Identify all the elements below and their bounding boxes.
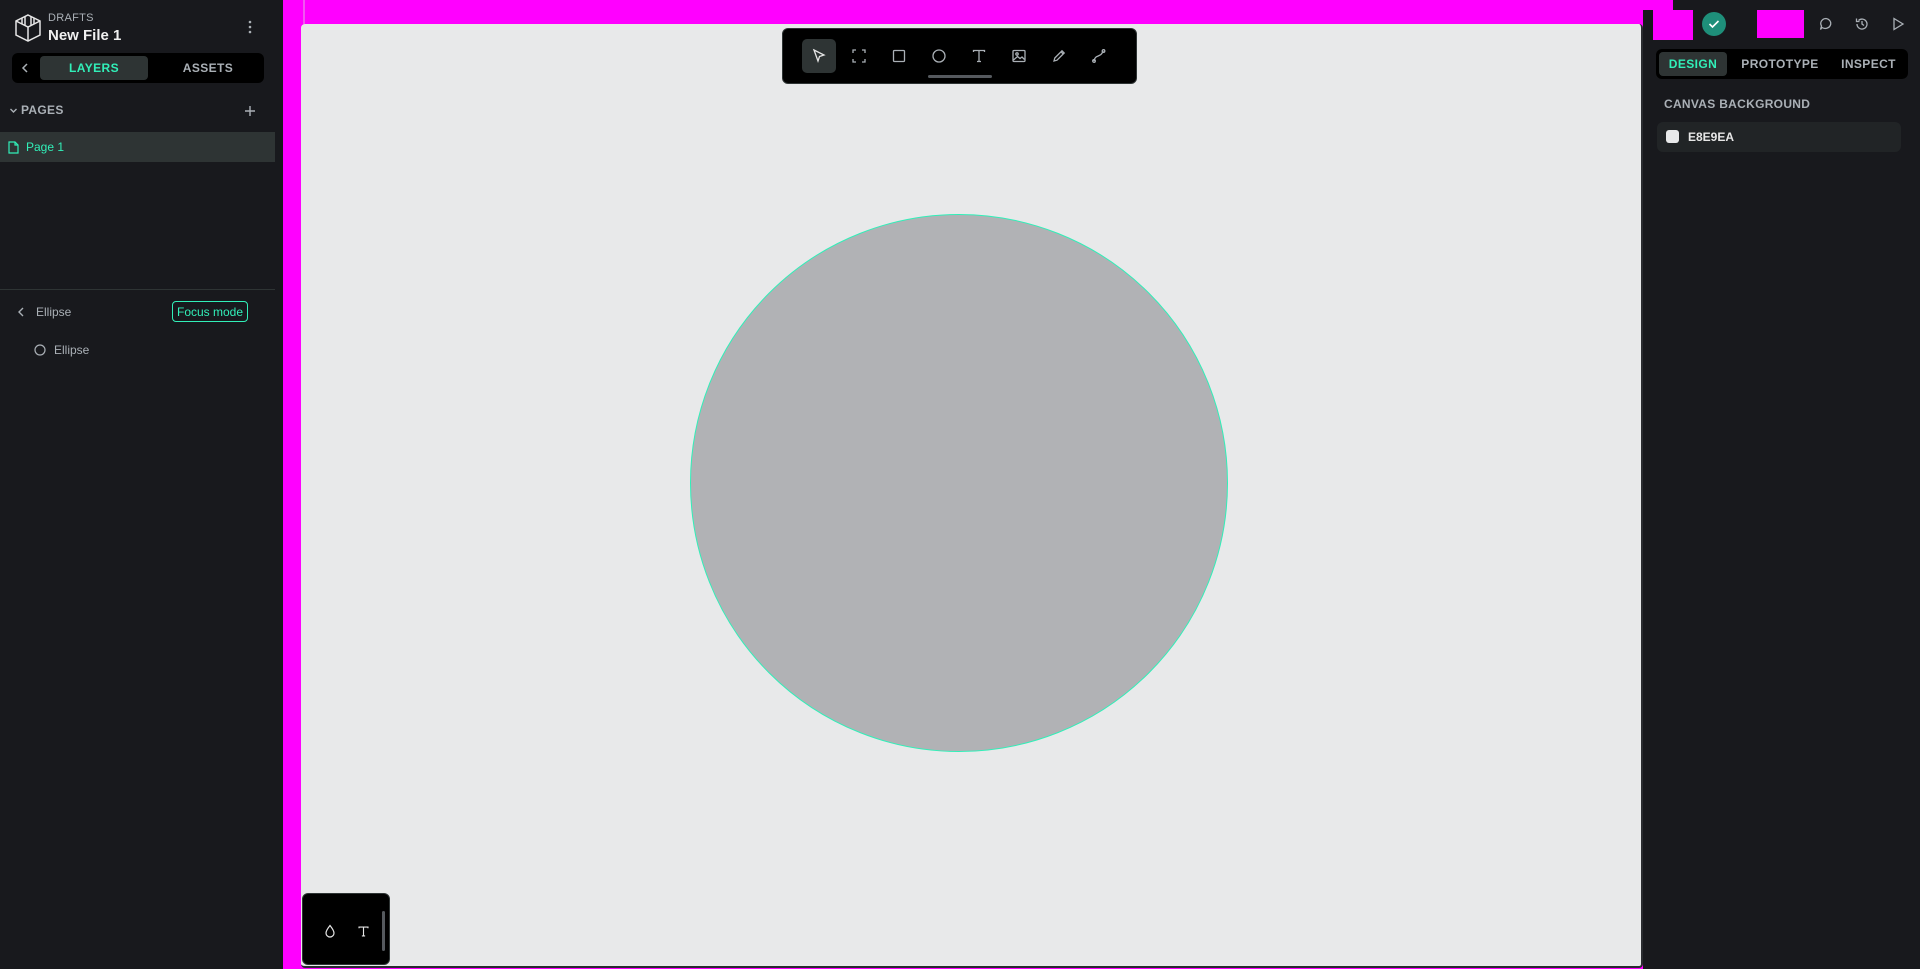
path-icon xyxy=(1092,49,1106,63)
left-sidebar: DRAFTS New File 1 LAYERS ASSETS PAGES Pa… xyxy=(0,0,283,969)
move-tool[interactable] xyxy=(802,39,836,73)
text-icon xyxy=(357,925,369,937)
share-button[interactable] xyxy=(1757,10,1804,38)
sidebar-tabs: LAYERS ASSETS xyxy=(12,53,264,83)
text-tool[interactable] xyxy=(962,39,996,73)
color-swatch[interactable] xyxy=(1666,130,1679,143)
focus-title: Ellipse xyxy=(36,305,72,319)
app-logo-icon[interactable] xyxy=(13,13,43,43)
pencil-icon xyxy=(1053,49,1066,62)
ellipse-tool[interactable] xyxy=(922,39,956,73)
canvas-background-title: CANVAS BACKGROUND xyxy=(1664,97,1811,111)
tab-assets[interactable]: ASSETS xyxy=(154,56,262,80)
add-page-icon[interactable] xyxy=(242,103,258,119)
typography-button[interactable] xyxy=(352,920,374,942)
curve-tool[interactable] xyxy=(1042,39,1076,73)
ellipse-shape[interactable] xyxy=(690,214,1228,752)
divider xyxy=(0,289,275,290)
rectangle-icon xyxy=(892,49,906,63)
more-options-icon[interactable] xyxy=(241,17,259,37)
play-icon[interactable] xyxy=(1888,14,1908,34)
image-icon xyxy=(1012,49,1026,63)
toolbar-drag-handle[interactable] xyxy=(928,75,992,78)
horizontal-ruler xyxy=(300,0,1643,24)
focus-mode-badge[interactable]: Focus mode xyxy=(172,301,249,322)
image-tool[interactable] xyxy=(1002,39,1036,73)
rectangle-tool[interactable] xyxy=(882,39,916,73)
main-toolbar xyxy=(782,28,1137,84)
right-panel-tabs: DESIGN PROTOTYPE INSPECT xyxy=(1656,49,1908,79)
project-location[interactable]: DRAFTS xyxy=(48,12,94,24)
path-tool[interactable] xyxy=(1082,39,1116,73)
file-name[interactable]: New File 1 xyxy=(48,27,121,44)
board-tool[interactable] xyxy=(842,39,876,73)
comments-icon[interactable] xyxy=(1816,14,1836,34)
droplet-icon xyxy=(325,924,335,938)
ellipse-icon xyxy=(34,344,46,356)
page-label: Page 1 xyxy=(26,140,65,154)
tab-design[interactable]: DESIGN xyxy=(1659,52,1727,76)
board-icon xyxy=(852,49,866,63)
layer-item[interactable]: Ellipse xyxy=(54,343,89,357)
chevron-down-icon xyxy=(10,108,17,113)
mini-toolbar-handle[interactable] xyxy=(382,911,385,951)
history-icon[interactable] xyxy=(1852,14,1872,34)
page-icon xyxy=(8,141,19,154)
ellipse-icon xyxy=(932,49,946,63)
pages-title: PAGES xyxy=(21,103,64,117)
page-item[interactable]: Page 1 xyxy=(0,132,275,162)
chevron-left-icon[interactable] xyxy=(12,53,38,83)
saved-status-icon xyxy=(1702,12,1726,36)
text-icon xyxy=(972,49,986,63)
pages-toggle[interactable]: PAGES xyxy=(9,103,64,117)
canvas-background-value[interactable]: E8E9EA xyxy=(1688,130,1734,144)
vertical-ruler xyxy=(283,0,300,969)
ruler-tick xyxy=(303,0,305,24)
header-highlight xyxy=(1643,0,1673,10)
tab-inspect[interactable]: INSPECT xyxy=(1832,52,1905,76)
mini-toolbar xyxy=(302,893,390,965)
pointer-icon xyxy=(812,48,826,63)
canvas-background-field[interactable]: E8E9EA xyxy=(1657,122,1901,152)
tab-layers[interactable]: LAYERS xyxy=(40,56,148,80)
exit-focus-icon[interactable] xyxy=(17,307,25,317)
tab-prototype[interactable]: PROTOTYPE xyxy=(1735,52,1825,76)
color-palette-button[interactable] xyxy=(319,920,341,942)
user-avatar[interactable] xyxy=(1653,10,1693,40)
